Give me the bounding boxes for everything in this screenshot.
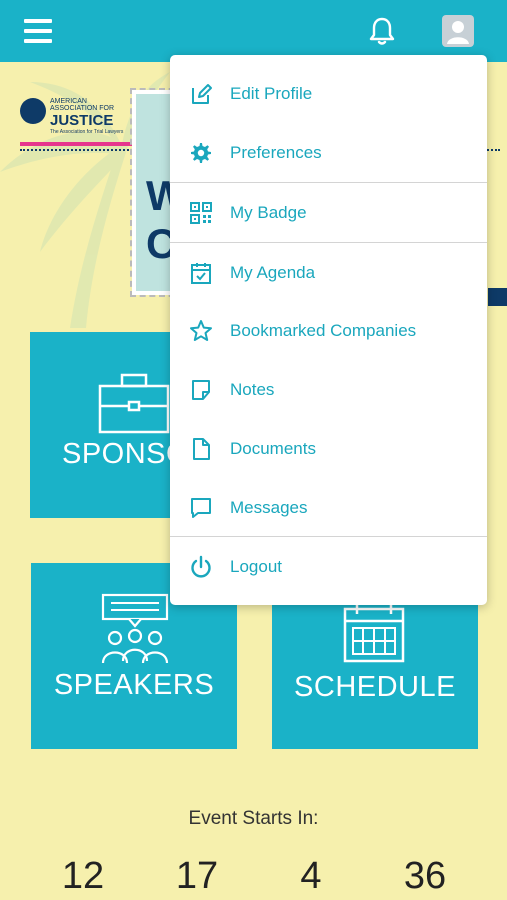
qr-code-icon bbox=[190, 202, 212, 224]
menu-item-bookmarked-companies[interactable]: Bookmarked Companies bbox=[170, 302, 487, 360]
menu-item-label: Preferences bbox=[230, 143, 322, 162]
menu-item-logout[interactable]: Logout bbox=[170, 538, 487, 596]
menu-item-preferences[interactable]: Preferences bbox=[170, 124, 487, 182]
star-icon bbox=[190, 320, 212, 341]
menu-item-label: Logout bbox=[230, 557, 282, 576]
pink-accent-bar bbox=[20, 142, 150, 146]
calendar-check-icon bbox=[191, 263, 211, 284]
menu-item-notes[interactable]: Notes bbox=[170, 361, 487, 419]
countdown-title: Event Starts In: bbox=[188, 808, 319, 829]
menu-item-edit-profile[interactable]: Edit Profile bbox=[170, 65, 487, 123]
countdown-days: 12 bbox=[61, 855, 105, 897]
menu-divider bbox=[170, 242, 487, 243]
edit-icon bbox=[192, 84, 212, 104]
gear-icon bbox=[191, 143, 211, 163]
menu-item-documents[interactable]: Documents bbox=[170, 420, 487, 478]
menu-item-label: Bookmarked Companies bbox=[230, 321, 417, 340]
menu-item-label: My Agenda bbox=[230, 263, 316, 282]
countdown-hours: 17 bbox=[175, 855, 219, 897]
menu-item-my-agenda[interactable]: My Agenda bbox=[170, 244, 487, 302]
bell-icon[interactable] bbox=[366, 15, 398, 47]
document-icon bbox=[193, 438, 210, 460]
menu-item-label: Notes bbox=[230, 380, 275, 399]
menu-item-messages[interactable]: Messages bbox=[170, 479, 487, 537]
menu-item-label: Documents bbox=[230, 439, 316, 458]
note-icon bbox=[192, 380, 210, 400]
menu-item-label: Edit Profile bbox=[230, 84, 313, 103]
countdown-minutes: 4 bbox=[300, 855, 322, 897]
menu-item-label: Messages bbox=[230, 498, 308, 517]
profile-dropdown-menu: Edit Profile Preferences My Badge My Age… bbox=[170, 55, 487, 605]
aaj-logo: AMERICAN ASSOCIATION FOR JUSTICE The Ass… bbox=[20, 98, 140, 148]
briefcase-icon bbox=[98, 373, 170, 434]
speakers-icon bbox=[101, 593, 169, 664]
power-icon bbox=[191, 555, 211, 578]
countdown-seconds: 36 bbox=[403, 855, 447, 897]
calendar-icon bbox=[343, 604, 405, 663]
user-avatar-icon[interactable] bbox=[442, 15, 474, 47]
schedule-label: SCHEDULE bbox=[294, 671, 456, 703]
speakers-label: SPEAKERS bbox=[53, 669, 215, 701]
message-icon bbox=[191, 498, 211, 518]
menu-item-my-badge[interactable]: My Badge bbox=[170, 184, 487, 242]
menu-divider bbox=[170, 182, 487, 183]
hamburger-icon[interactable] bbox=[24, 19, 52, 43]
menu-divider bbox=[170, 536, 487, 537]
top-app-bar bbox=[0, 0, 507, 62]
banner-decoration bbox=[488, 288, 507, 306]
menu-item-label: My Badge bbox=[230, 203, 307, 222]
